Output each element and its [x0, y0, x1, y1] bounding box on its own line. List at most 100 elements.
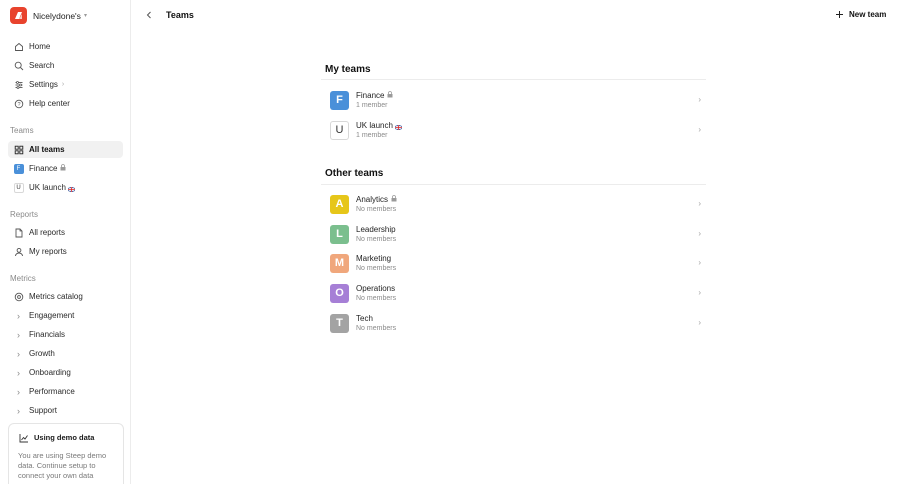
- workspace-switcher[interactable]: Nicelydone's ▾: [10, 7, 87, 24]
- lock-icon: [60, 164, 66, 173]
- sidebar-item-label: Financials: [29, 330, 66, 339]
- team-row-tech[interactable]: T Tech No members ›: [321, 309, 706, 337]
- teams-section-label: Teams: [10, 126, 34, 135]
- other-teams-title: Other teams: [325, 168, 384, 179]
- nav-settings[interactable]: Settings ›: [8, 76, 123, 93]
- sidebar-item-onboarding[interactable]: › Onboarding: [8, 364, 123, 381]
- team-avatar: T: [330, 313, 349, 333]
- lock-icon: [391, 195, 397, 204]
- chevron-right-icon: ›: [698, 258, 701, 267]
- team-name-line: UK launch: [356, 121, 403, 131]
- sidebar-item-financials[interactable]: › Financials: [8, 326, 123, 343]
- team-member-count: No members: [356, 295, 397, 302]
- reports-icon: [13, 227, 24, 238]
- finance-avatar-wrap: F: [13, 163, 24, 174]
- team-row-operations[interactable]: O Operations No members ›: [321, 279, 706, 307]
- sidebar-item-performance[interactable]: › Performance: [8, 383, 123, 400]
- team-name: Finance: [356, 91, 385, 100]
- grid-icon: [13, 144, 24, 155]
- chevron-right-icon: ›: [698, 288, 701, 297]
- team-name-line: Finance: [356, 91, 393, 100]
- sidebar-item-engagement[interactable]: › Engagement: [8, 307, 123, 324]
- chevron-right-icon: ›: [17, 348, 20, 359]
- sidebar-item-uk-launch[interactable]: U UK launch: [8, 179, 123, 196]
- sidebar: Nicelydone's ▾ Home Search Settings › ? …: [0, 0, 131, 484]
- team-name-line: Marketing: [356, 254, 396, 263]
- chevron-right-icon: ›: [17, 367, 20, 378]
- chevron-left-icon: [146, 11, 151, 19]
- nav-home[interactable]: Home: [8, 38, 123, 55]
- back-button[interactable]: [143, 9, 155, 21]
- sidebar-item-label: All reports: [29, 228, 66, 237]
- chevron-right-icon: ›: [698, 229, 701, 238]
- sidebar-item-label: All teams: [29, 145, 65, 154]
- sidebar-item-growth[interactable]: › Growth: [8, 345, 123, 362]
- chevron-right-icon: ›: [698, 199, 701, 208]
- team-name: Tech: [356, 314, 373, 323]
- catalog-icon: [13, 291, 24, 302]
- chevron-right-icon: ›: [698, 125, 701, 134]
- sidebar-item-all-reports[interactable]: All reports: [8, 224, 123, 241]
- team-name-line: Leadership: [356, 225, 396, 234]
- uk-launch-avatar: U: [13, 182, 24, 193]
- workspace-name: Nicelydone's: [33, 10, 81, 21]
- team-avatar: A: [330, 194, 349, 214]
- team-name-line: Operations: [356, 284, 396, 293]
- team-row-uk-launch[interactable]: U UK launch 1 member ›: [321, 116, 706, 144]
- plus-icon: [834, 9, 845, 20]
- uk-avatar-wrap: U: [13, 182, 24, 193]
- sidebar-item-finance[interactable]: F Finance: [8, 160, 123, 177]
- new-team-button[interactable]: New team: [834, 6, 886, 23]
- nav-help-center[interactable]: ? Help center: [8, 95, 123, 112]
- divider: [321, 79, 706, 80]
- team-member-count: No members: [356, 236, 397, 243]
- sidebar-item-label: UK launch: [29, 183, 66, 192]
- team-row-analytics[interactable]: A Analytics No members ›: [321, 190, 706, 218]
- svg-text:?: ?: [17, 102, 20, 108]
- team-row-leadership[interactable]: L Leadership No members ›: [321, 220, 706, 248]
- nav-home-label: Home: [29, 42, 51, 51]
- team-name: Analytics: [356, 195, 389, 204]
- divider: [321, 184, 706, 185]
- chart-line-icon: [18, 432, 29, 443]
- chevron-right-icon: ›: [17, 386, 20, 397]
- team-name: Marketing: [356, 254, 392, 263]
- sidebar-item-all-teams[interactable]: All teams: [8, 141, 123, 158]
- finance-avatar: F: [13, 163, 24, 174]
- chevron-right-icon: ›: [698, 95, 701, 104]
- nav-search[interactable]: Search: [8, 57, 123, 74]
- team-name-line: Analytics: [356, 195, 397, 204]
- sidebar-item-support[interactable]: › Support: [8, 402, 123, 419]
- chevron-right-icon: ›: [17, 405, 20, 416]
- workspace-caret-icon: ▾: [83, 12, 87, 19]
- user-icon: [13, 246, 24, 257]
- demo-card-text: You are using Steep demo data. Continue …: [18, 451, 107, 484]
- team-info: UK launch 1 member: [356, 121, 403, 139]
- team-member-count: No members: [356, 206, 397, 213]
- workspace-logo-icon: [10, 7, 27, 24]
- sidebar-item-label: Metrics catalog: [29, 292, 83, 301]
- team-name-line: Tech: [356, 314, 396, 323]
- sidebar-item-my-reports[interactable]: My reports: [8, 243, 123, 260]
- sidebar-item-label: My reports: [29, 247, 67, 256]
- my-teams-title: My teams: [325, 64, 371, 75]
- team-row-finance[interactable]: F Finance 1 member ›: [321, 86, 706, 114]
- lock-icon: [387, 91, 393, 100]
- team-member-count: 1 member: [356, 132, 388, 139]
- team-info: Marketing No members: [356, 254, 396, 272]
- team-name: UK launch: [356, 121, 393, 130]
- sidebar-item-metrics-catalog[interactable]: Metrics catalog: [8, 288, 123, 305]
- team-name: Operations: [356, 284, 396, 293]
- sidebar-item-label: Performance: [29, 387, 75, 396]
- settings-icon: [13, 79, 24, 90]
- sidebar-item-label: Growth: [29, 349, 55, 358]
- demo-card-title: Using demo data: [34, 433, 95, 442]
- team-avatar: M: [330, 253, 349, 273]
- team-avatar: U: [330, 120, 349, 140]
- team-avatar: O: [330, 283, 349, 303]
- home-icon: [13, 41, 24, 52]
- team-member-count: No members: [356, 325, 397, 332]
- team-row-marketing[interactable]: M Marketing No members ›: [321, 249, 706, 277]
- team-avatar: L: [330, 224, 349, 244]
- reports-section-label: Reports: [10, 210, 39, 219]
